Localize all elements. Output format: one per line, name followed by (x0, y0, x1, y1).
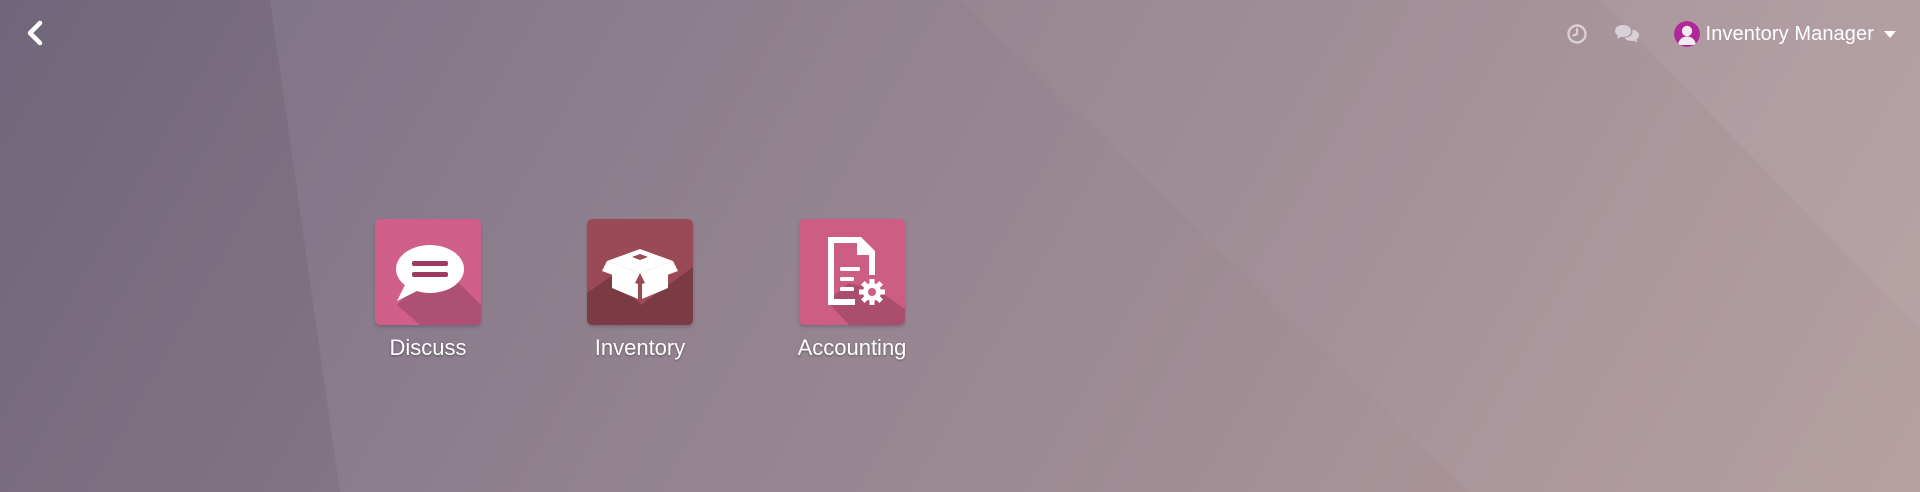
document-gear-icon (827, 237, 905, 325)
accounting-app-icon (799, 219, 905, 325)
discuss-app-icon (375, 219, 481, 325)
chat-bubbles-icon (1614, 25, 1639, 43)
user-name: Inventory Manager (1705, 22, 1874, 45)
background-decoration (960, 0, 1920, 492)
back-button[interactable] (20, 18, 50, 48)
inventory-app-icon (587, 219, 693, 325)
app-label: Inventory (594, 335, 686, 360)
app-accounting[interactable]: Accounting (784, 219, 920, 361)
systray: Inventory Manager (1544, 16, 1896, 52)
speech-bubble-icon (396, 245, 481, 325)
top-bar: Inventory Manager (0, 0, 1920, 68)
app-grid: Discuss Inventory Accounting (360, 219, 920, 361)
messages-button[interactable] (1610, 17, 1644, 51)
app-inventory[interactable]: Inventory (572, 219, 708, 361)
app-label: Accounting (797, 335, 907, 360)
open-box-icon (587, 249, 693, 325)
chevron-left-icon (27, 20, 43, 46)
clock-icon (1566, 24, 1587, 44)
user-avatar-icon (1673, 21, 1700, 47)
app-label: Discuss (389, 335, 467, 360)
app-discuss[interactable]: Discuss (360, 219, 496, 361)
user-menu[interactable]: Inventory Manager (1673, 21, 1896, 47)
activity-button[interactable] (1560, 17, 1594, 51)
caret-down-icon (1884, 30, 1896, 38)
